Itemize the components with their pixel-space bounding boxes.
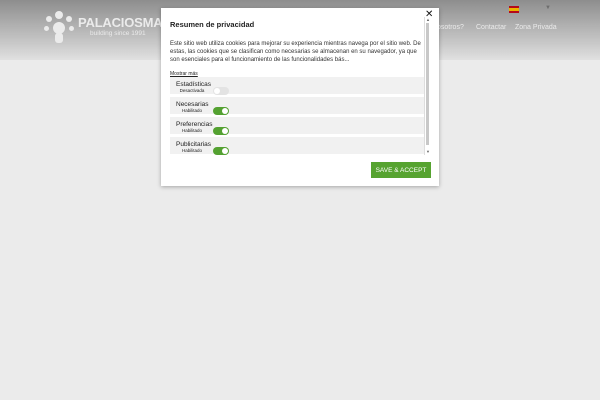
- category-name: Estadísticas: [176, 81, 212, 88]
- category-state: Habilitado: [181, 108, 202, 113]
- toggle-advertising[interactable]: [213, 147, 229, 155]
- category-name: Necesarias: [176, 101, 209, 108]
- modal-scrollbar[interactable]: ▲ ▼: [424, 17, 431, 155]
- category-row-necessary: Necesarias Habilitado: [170, 97, 425, 115]
- close-icon[interactable]: ✕: [425, 10, 433, 20]
- category-state: Habilitado: [181, 148, 202, 153]
- category-state: Desactivada: [179, 88, 205, 93]
- category-row-statistics: Estadísticas Desactivada: [170, 77, 425, 95]
- page: PALACIOSMAR building since 1991 osotros?…: [0, 0, 600, 400]
- toggle-preferences[interactable]: [213, 127, 229, 135]
- privacy-modal: Resumen de privacidad Este sitio web uti…: [161, 8, 439, 186]
- toggle-statistics[interactable]: [213, 87, 229, 95]
- category-state: Habilitado: [181, 128, 202, 133]
- toggle-necessary[interactable]: [213, 107, 229, 115]
- save-accept-button[interactable]: SAVE & ACCEPT: [371, 162, 431, 178]
- category-row-advertising: Publicitarias Habilitado: [170, 137, 425, 155]
- category-row-preferences: Preferencias Habilitado: [170, 117, 425, 135]
- category-name: Publicitarias: [176, 141, 212, 148]
- scroll-thumb[interactable]: [426, 23, 429, 145]
- category-name: Preferencias: [176, 121, 213, 128]
- scroll-down-icon[interactable]: ▼: [425, 149, 431, 154]
- modal-title: Resumen de privacidad: [170, 20, 255, 29]
- modal-content: Resumen de privacidad Este sitio web uti…: [161, 8, 431, 156]
- modal-description: Este sitio web utiliza cookies para mejo…: [170, 41, 421, 64]
